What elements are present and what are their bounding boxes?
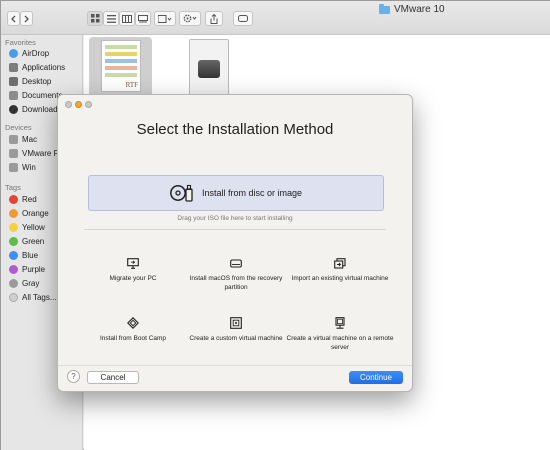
dialog-footer: ? Cancel Continue <box>58 365 412 391</box>
column-view-icon <box>122 14 132 23</box>
custom-vm-icon <box>230 317 242 329</box>
monitor-icon <box>127 258 139 269</box>
window-title-text: VMware 10 <box>394 4 445 15</box>
view-list-button[interactable] <box>103 11 119 26</box>
view-icons-button[interactable] <box>87 11 103 26</box>
option-migrate-pc[interactable]: Migrate your PC <box>79 258 187 284</box>
back-button[interactable] <box>7 11 20 26</box>
gallery-view-icon <box>138 14 148 22</box>
import-vm-icon <box>334 258 346 269</box>
downloads-icon <box>9 104 18 114</box>
list-view-icon <box>106 14 116 23</box>
dialog-title: Select the Installation Method <box>136 121 334 138</box>
drive-icon <box>230 259 242 268</box>
installation-method-dialog: Select the Installation Method Install f… <box>57 94 413 392</box>
option-create-custom-vm[interactable]: Create a custom virtual machine <box>182 317 290 344</box>
option-label: Migrate your PC <box>109 275 157 282</box>
file-item-rtf[interactable]: RTF <box>89 37 152 99</box>
disk-icon <box>9 148 18 158</box>
tag-dot-icon <box>9 236 18 246</box>
folder-icon <box>379 3 390 14</box>
tags-button[interactable] <box>233 11 253 26</box>
sidebar-item-label: Gray <box>22 278 40 288</box>
sidebar-item-airdrop[interactable]: AirDrop <box>9 47 81 59</box>
disk-icon <box>9 162 18 172</box>
view-columns-button[interactable] <box>119 11 135 26</box>
continue-button[interactable]: Continue <box>349 371 403 384</box>
tag-dot-icon <box>9 278 18 288</box>
tag-dot-icon <box>9 250 18 260</box>
option-label: Install from Boot Camp <box>99 335 167 342</box>
rtf-document-icon: RTF <box>101 40 141 92</box>
file-type-badge: RTF <box>125 81 138 89</box>
tag-dot-icon <box>9 208 18 218</box>
tag-dot-icon <box>9 194 18 204</box>
sidebar-item-label: Mac <box>22 134 38 144</box>
sidebar-section-devices: Devices <box>5 123 32 132</box>
finder-toolbar: VMware 10 <box>1 1 550 35</box>
help-button[interactable]: ? <box>67 370 80 383</box>
cancel-button[interactable]: Cancel <box>87 371 139 384</box>
tag-icon <box>238 15 248 22</box>
sidebar-item-label: Applications <box>22 62 66 72</box>
sidebar-item-label: Win <box>22 162 36 172</box>
sidebar-item-label: Desktop <box>22 76 52 86</box>
sidebar-item-label: Red <box>22 194 37 204</box>
sidebar-item-label: VMware F <box>22 148 59 158</box>
file-item-disk-image[interactable] <box>189 39 229 95</box>
tag-dot-icon <box>9 222 18 232</box>
share-button[interactable] <box>205 11 223 26</box>
tag-dot-icon <box>9 264 18 274</box>
gear-icon <box>183 14 197 23</box>
option-create-vm-remote-server[interactable]: Create a virtual machine on a remote ser… <box>286 317 394 353</box>
sidebar-item-label: Yellow <box>22 222 45 232</box>
group-menu-button[interactable] <box>154 11 176 26</box>
sidebar-item-label: Purple <box>22 264 46 274</box>
option-import-vm[interactable]: Import an existing virtual machine <box>286 258 394 284</box>
view-gallery-button[interactable] <box>135 11 151 26</box>
option-install-boot-camp[interactable]: Install from Boot Camp <box>79 317 187 344</box>
close-window-button[interactable] <box>65 101 72 108</box>
sidebar-item-label: Green <box>22 236 45 246</box>
computer-icon <box>9 134 18 144</box>
minimize-window-button[interactable] <box>75 101 82 108</box>
airdrop-icon <box>9 48 18 58</box>
sidebar-item-label: All Tags... <box>22 292 57 302</box>
chevron-right-icon <box>24 15 29 22</box>
sidebar-item-applications[interactable]: Applications <box>9 61 81 73</box>
sidebar-section-favorites: Favorites <box>5 38 36 47</box>
action-menu-button[interactable] <box>179 11 201 26</box>
icon-view-icon <box>90 14 99 23</box>
sidebar-item-label: Downloads <box>22 104 62 114</box>
option-label: Create a virtual machine on a remote ser… <box>286 335 394 351</box>
drag-hint: Drag your ISO file here to start install… <box>177 215 293 222</box>
sidebar-item-label: Orange <box>22 208 49 218</box>
install-from-disc-label: Install from disc or image <box>201 188 303 198</box>
group-icon <box>158 14 172 23</box>
sidebar-item-desktop[interactable]: Desktop <box>9 75 81 87</box>
install-from-disc-button[interactable]: Install from disc or image <box>88 175 384 211</box>
option-label: Import an existing virtual machine <box>291 275 389 282</box>
sidebar-item-label: Blue <box>22 250 39 260</box>
forward-button[interactable] <box>20 11 33 26</box>
disk-image-icon <box>198 60 220 78</box>
desktop-icon <box>9 76 18 86</box>
remote-server-icon <box>335 317 345 329</box>
share-icon <box>210 13 218 24</box>
option-label: Install macOS from the recovery partitio… <box>189 275 283 291</box>
documents-icon <box>9 90 18 100</box>
disc-usb-icon <box>170 184 193 202</box>
applications-icon <box>9 62 18 72</box>
sidebar-item-label: AirDrop <box>22 48 50 58</box>
zoom-window-button[interactable] <box>85 101 92 108</box>
tags-icon <box>9 292 18 302</box>
option-label: Create a custom virtual machine <box>189 335 283 342</box>
window-title: VMware 10 <box>379 3 445 15</box>
bootcamp-icon <box>127 317 139 329</box>
sidebar-section-tags: Tags <box>5 183 21 192</box>
divider <box>84 229 386 230</box>
option-install-macos-recovery[interactable]: Install macOS from the recovery partitio… <box>182 258 290 293</box>
chevron-left-icon <box>11 15 16 22</box>
